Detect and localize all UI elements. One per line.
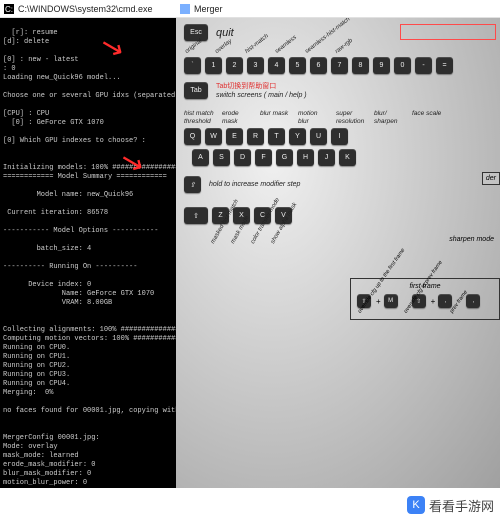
letter-key[interactable]: Q	[184, 128, 201, 145]
num-key[interactable]: 6	[310, 57, 327, 74]
merger-panel: Esc quit original overlay hist-match sea…	[176, 18, 500, 488]
num-key[interactable]: 7	[331, 57, 348, 74]
comma-key[interactable]: ,	[466, 294, 480, 308]
plus-label: +	[431, 297, 436, 306]
highlight-box	[400, 24, 496, 40]
letter-key[interactable]: U	[310, 128, 327, 145]
backtick-key[interactable]: `	[184, 57, 201, 74]
num-key[interactable]: 3	[247, 57, 264, 74]
equals-key[interactable]: =	[436, 57, 453, 74]
cmd-title-text: C:\WINDOWS\system32\cmd.exe	[18, 4, 153, 14]
function-labels: hist match threshold erode mask blur mas…	[184, 110, 496, 126]
number-key-row: ` 1 2 3 4 5 6 7 8 9 0 - =	[184, 57, 496, 74]
asdf-row: A S D F G H J K	[184, 149, 496, 166]
letter-key[interactable]: G	[276, 149, 293, 166]
letter-key[interactable]: T	[268, 128, 285, 145]
switch-info: Tab切换到帮助窗口 switch screens ( main / help …	[216, 82, 307, 100]
merger-icon	[180, 4, 190, 14]
num-key[interactable]: 9	[373, 57, 390, 74]
shift-key[interactable]: ⇧	[184, 207, 208, 224]
bottom-label: show alpha mask	[270, 228, 283, 245]
bottom-label: masked hist match	[210, 228, 223, 245]
letter-key[interactable]: R	[247, 128, 264, 145]
first-frame-box: first frame ⇧ + M ⇧ + , , override cfg u…	[350, 278, 500, 320]
letter-key[interactable]: W	[205, 128, 222, 145]
letter-key[interactable]: K	[339, 149, 356, 166]
num-key[interactable]: 4	[268, 57, 285, 74]
plus-label: +	[376, 297, 381, 306]
sharpen-label: sharpen mode	[449, 236, 494, 243]
merger-titlebar: Merger	[176, 0, 500, 18]
m-key[interactable]: M	[384, 294, 398, 308]
letter-key[interactable]: S	[213, 149, 230, 166]
letter-key[interactable]: E	[226, 128, 243, 145]
cmd-icon: C:	[4, 4, 14, 14]
num-key[interactable]: 8	[352, 57, 369, 74]
der-box: der	[482, 172, 500, 185]
console-text: [r]: resume [d]: delete [0] : new - late…	[3, 29, 176, 488]
func-label: super resolution	[336, 110, 368, 126]
letter-key[interactable]: I	[331, 128, 348, 145]
letter-key[interactable]: H	[297, 149, 314, 166]
func-label: hist match threshold	[184, 110, 216, 126]
der-label: der	[486, 175, 496, 182]
func-label: blur/ sharpen	[374, 110, 406, 126]
watermark-bar: K 看看手游网	[0, 488, 500, 522]
letter-key[interactable]: D	[234, 149, 251, 166]
func-label: face scale	[412, 110, 444, 126]
cmd-titlebar: C: C:\WINDOWS\system32\cmd.exe	[0, 0, 176, 18]
shift-key[interactable]: ⇧	[184, 176, 201, 193]
merger-title-text: Merger	[194, 4, 223, 14]
bottom-label: color transfer mode	[250, 228, 263, 245]
func-label: blur mask	[260, 110, 292, 126]
tab-key[interactable]: Tab	[184, 82, 208, 99]
site-logo-icon: K	[407, 496, 425, 514]
letter-key[interactable]: A	[192, 149, 209, 166]
letter-key[interactable]: J	[318, 149, 335, 166]
first-frame-labels: override cfg up to the first frame overr…	[357, 311, 493, 317]
func-label: motion blur	[298, 110, 330, 126]
hold-label: hold to increase modifier step	[209, 181, 300, 188]
qwerty-row: Q W E R T Y U I	[184, 128, 496, 145]
letter-key[interactable]: Y	[289, 128, 306, 145]
minus-key[interactable]: -	[415, 57, 432, 74]
console-output[interactable]: [r]: resume [d]: delete [0] : new - late…	[0, 18, 176, 488]
num-key[interactable]: 1	[205, 57, 222, 74]
func-label: erode mask	[222, 110, 254, 126]
num-key[interactable]: 2	[226, 57, 243, 74]
watermark-text: 看看手游网	[429, 496, 494, 515]
num-key[interactable]: 0	[394, 57, 411, 74]
bottom-label: mask mode	[230, 228, 243, 245]
switch-label: switch screens ( main / help )	[216, 91, 307, 100]
mode-labels: original overlay hist-match seamless sea…	[184, 49, 496, 55]
num-key[interactable]: 5	[289, 57, 306, 74]
switch-red-label: Tab切换到帮助窗口	[216, 82, 307, 91]
letter-key[interactable]: F	[255, 149, 272, 166]
comma-key[interactable]: ,	[438, 294, 452, 308]
svg-text:C:: C:	[5, 5, 13, 14]
